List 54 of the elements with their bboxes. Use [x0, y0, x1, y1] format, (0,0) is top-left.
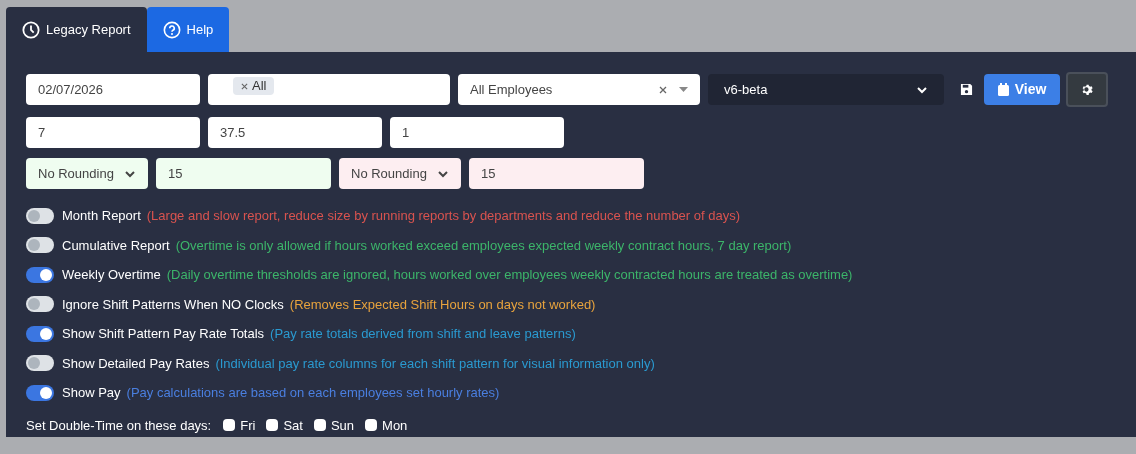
toggle-switch[interactable]	[26, 266, 54, 283]
option-note: (Pay rate totals derived from shift and leave patterns)	[270, 325, 576, 343]
tab[interactable]: Legacy Report	[6, 7, 147, 52]
toggle-switch[interactable]	[26, 237, 54, 254]
toggle-switch[interactable]	[26, 355, 54, 372]
option-label: Weekly Overtime	[62, 266, 161, 284]
tab[interactable]: Help	[146, 7, 230, 52]
settings-icon	[1080, 83, 1094, 96]
option-note: (Overtime is only allowed if hours worked exceed employees expected weekly contract hours, 7 day report)	[175, 236, 792, 255]
tag-field[interactable]: All	[208, 74, 450, 105]
caret-icon	[679, 87, 688, 92]
save-icon[interactable]	[960, 83, 973, 96]
checkbox[interactable]	[266, 419, 279, 432]
option-label: Show Shift Pattern Pay Rate Totals	[62, 325, 265, 343]
tag-chip[interactable]: All	[233, 77, 275, 95]
day-label: Sun	[330, 416, 355, 435]
option-label: Month Report	[62, 207, 141, 225]
clear-icon[interactable]	[659, 85, 667, 94]
option-note: (Daily overtime thresholds are ignored, hours worked over employees weekly contracted hours are treated as overtime)	[166, 266, 853, 284]
day-label: Mon	[382, 416, 408, 435]
day-label: Sat	[283, 416, 303, 435]
option-note: (Pay calculations are based on each employees set hourly rates)	[126, 384, 500, 402]
rounding-select[interactable]: No Rounding	[26, 158, 148, 189]
toggle-switch[interactable]	[26, 325, 54, 342]
option-label: Show Detailed Pay Rates	[62, 354, 210, 373]
toggle-switch[interactable]	[26, 384, 54, 401]
version-select[interactable]: v6-beta	[708, 74, 944, 105]
rounding-field[interactable]: 15	[469, 158, 644, 189]
option-note: (Large and slow report, reduce size by running reports by departments and reduce the number of days)	[146, 207, 741, 225]
double-time-label: Set Double-Time on these days:	[26, 416, 212, 435]
toggle-switch[interactable]	[26, 296, 54, 313]
number-field[interactable]: 1	[390, 117, 564, 148]
employee-select[interactable]: All Employees	[458, 74, 700, 105]
number-field[interactable]: 37.5	[208, 117, 382, 148]
settings-button[interactable]	[1066, 72, 1108, 107]
checkbox[interactable]	[313, 419, 326, 432]
view-button[interactable]: View	[984, 74, 1060, 105]
rounding-field[interactable]: 15	[156, 158, 331, 189]
day-label: Fri	[240, 416, 256, 435]
checkbox[interactable]	[223, 419, 236, 432]
help-icon	[162, 20, 181, 39]
option-note: (Individual pay rate columns for each shift pattern for visual information only)	[215, 354, 655, 373]
toggle-switch[interactable]	[26, 207, 54, 224]
option-label: Show Pay	[62, 384, 121, 402]
number-field[interactable]: 7	[26, 117, 200, 148]
option-label: Ignore Shift Patterns When NO Clocks	[62, 295, 284, 314]
option-label: Cumulative Report	[62, 236, 170, 255]
date-field[interactable]: 02/07/2026	[26, 74, 200, 105]
clock-icon	[22, 20, 40, 39]
option-note: (Removes Expected Shift Hours on days not worked)	[289, 295, 596, 314]
calendar-icon	[997, 83, 1009, 96]
checkbox[interactable]	[365, 419, 378, 432]
rounding-select[interactable]: No Rounding	[339, 158, 461, 189]
remove-icon[interactable]	[241, 82, 248, 90]
